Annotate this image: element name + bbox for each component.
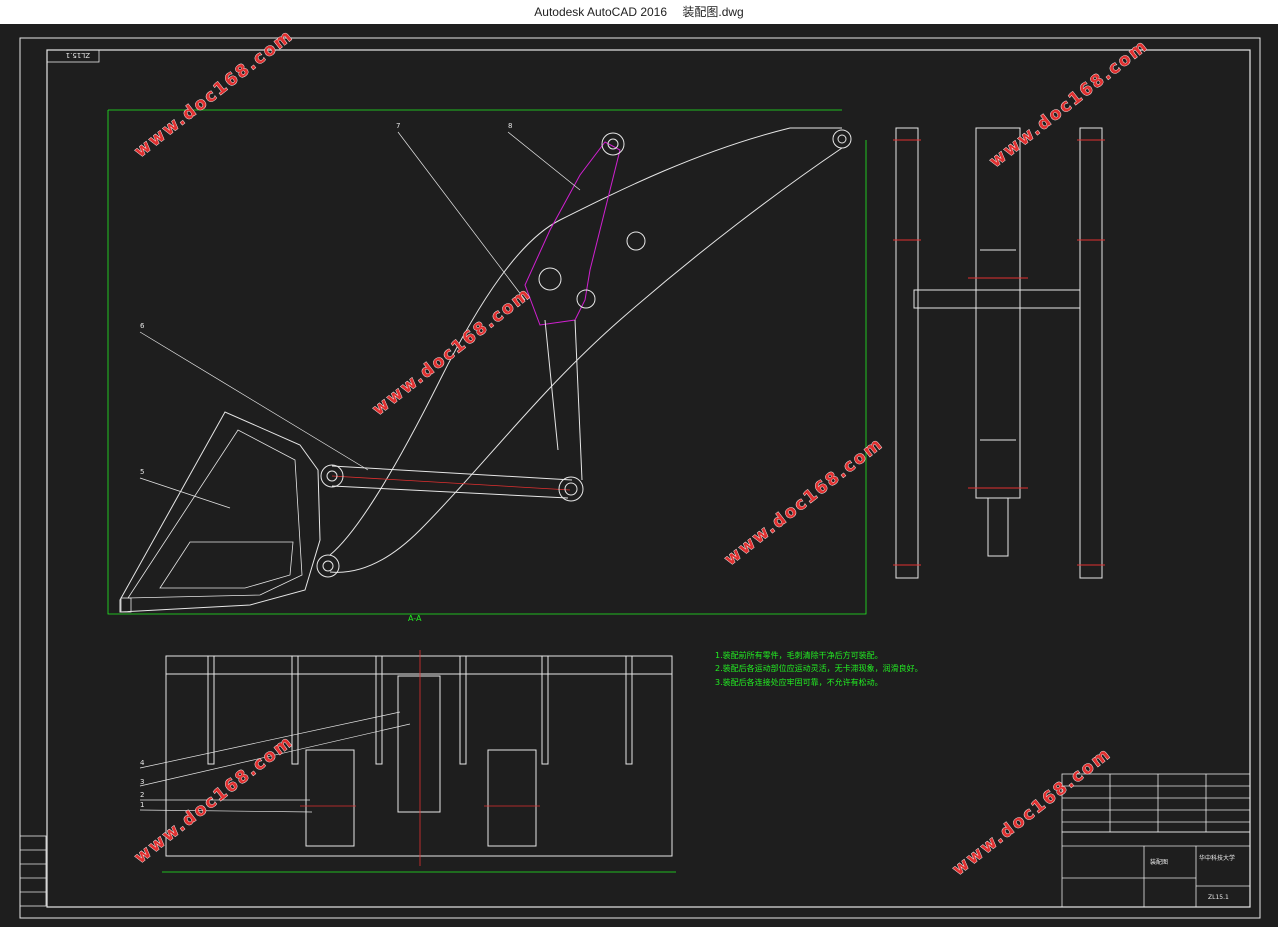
corner-code: ZL15.1 (66, 51, 90, 59)
note-1: 1.装配前所有零件，毛刺清除干净后方可装配。 (715, 650, 883, 660)
watermark-1: www.doc168.com (131, 26, 298, 162)
part-label-5: 5 (140, 468, 144, 476)
app-title: Autodesk AutoCAD 2016 (534, 5, 668, 19)
watermark-2: www.doc168.com (986, 36, 1153, 172)
title-school: 华中科技大学 (1199, 854, 1235, 862)
watermark-4: www.doc168.com (721, 434, 888, 570)
top-view (139, 650, 676, 873)
cad-drawing-canvas[interactable]: ZL15.1 7 8 6 5 A-A 4 3 2 1 1.装配前所有零件，毛刺清… (0, 24, 1278, 927)
section-label: A-A (408, 614, 422, 623)
front-view (893, 127, 1105, 579)
part-label-1: 1 (140, 801, 144, 809)
note-3: 3.装配后各连接处应牢固可靠，不允许有松动。 (715, 677, 883, 687)
watermark-6: www.doc168.com (949, 744, 1116, 880)
part-label-6: 6 (140, 322, 145, 330)
part-label-4: 4 (140, 759, 145, 767)
watermark-3: www.doc168.com (369, 284, 536, 420)
part-label-7: 7 (396, 122, 400, 130)
title-drawing-number: ZL15.1 (1208, 894, 1229, 901)
file-name: 装配图.dwg (682, 5, 744, 19)
part-label-3: 3 (140, 778, 144, 786)
technical-notes: 1.装配前所有零件，毛刺清除干净后方可装配。 2.装配后各运动部位应运动灵活，无… (715, 650, 923, 687)
part-label-2: 2 (140, 791, 144, 799)
part-label-8: 8 (508, 122, 512, 130)
note-2: 2.装配后各运动部位应运动灵活，无卡滞现象，润滑良好。 (715, 663, 923, 673)
title-name: 装配图 (1150, 858, 1168, 866)
watermarks: www.doc168.com www.doc168.com www.doc168… (130, 25, 1153, 880)
window-titlebar: Autodesk AutoCAD 2016 装配图.dwg (0, 0, 1278, 24)
